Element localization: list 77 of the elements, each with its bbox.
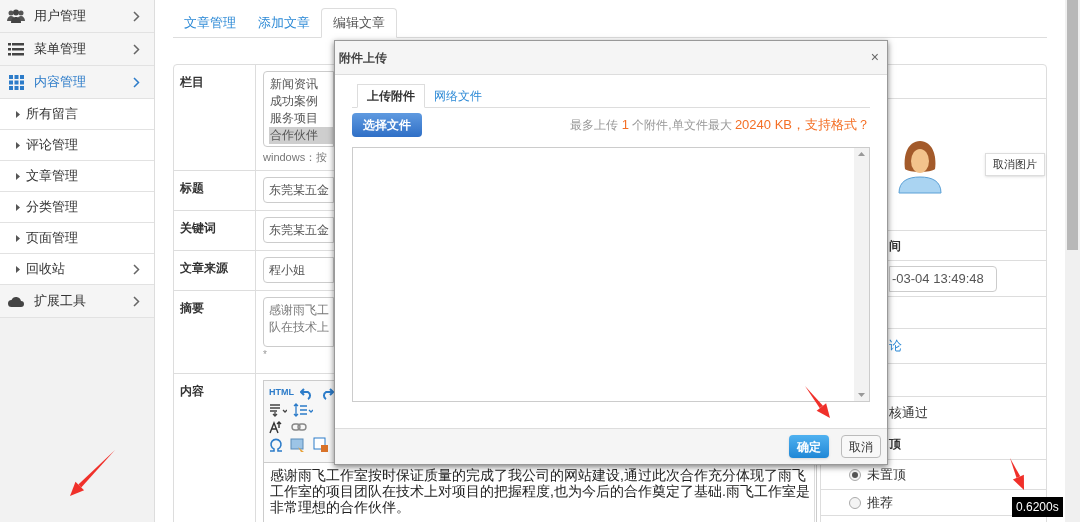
sidebar-subitem[interactable]: 评论管理 [0,130,154,161]
sidebar-subitem[interactable]: 文章管理 [0,161,154,192]
sidebar-subitem[interactable]: 所有留言 [0,99,154,130]
annotation-arrow [70,450,115,496]
field-label: 间 [889,237,901,255]
dialog-tab[interactable]: 网络文件 [425,84,491,108]
cancel-button[interactable]: 取消 [841,435,881,458]
cancel-image-button[interactable]: 取消图片 [985,153,1045,176]
scrollbar[interactable] [854,148,869,401]
omega-icon[interactable] [269,438,283,452]
list-option[interactable]: 服务项目 [269,110,333,127]
list-option[interactable]: 新闻资讯 [269,76,333,93]
radio-label: 未置顶 [867,465,906,484]
text-field[interactable]: 东莞某五金 [263,217,334,243]
scroll-up-icon[interactable] [858,152,865,156]
dialog-tab[interactable]: 上传附件 [357,84,425,108]
sidebar-subitem[interactable]: 分类管理 [0,192,154,223]
users-icon [7,9,25,23]
text-field[interactable]: 东莞某五金 [263,177,334,203]
sidebar-subitem[interactable]: 回收站 [0,254,154,285]
annotation-arrow [1010,458,1024,490]
line-height-icon[interactable] [293,403,313,417]
tab[interactable]: 添加文章 [247,8,321,38]
annotation-arrow [805,386,830,418]
link[interactable]: 论 [889,336,902,356]
radio-label: 推荐 [867,493,893,512]
list-box[interactable]: 新闻资讯 成功案例 服务项目 合作伙伴 [263,71,334,147]
chevron-right-icon [133,76,140,88]
image-icon[interactable] [290,437,306,453]
cloud-icon [7,295,25,307]
field-label: 标题 [180,181,204,195]
chevron-right-icon [133,43,140,55]
trace-time-badge: 0.6200s [1012,497,1063,517]
date-field[interactable]: -03-04 13:49:48 [889,265,997,292]
tab[interactable]: 文章管理 [173,8,247,38]
close-button[interactable]: × [866,47,883,68]
list-option[interactable]: 成功案例 [269,93,333,110]
dialog-title: 附件上传 [339,49,387,67]
list-option[interactable]: 合作伙伴 [269,127,333,144]
caret-right-icon [16,110,20,118]
caret-right-icon [16,234,20,242]
chevron-right-icon [133,10,140,22]
radio-button[interactable] [849,468,861,481]
scroll-down-icon[interactable] [858,393,865,397]
grid-icon [8,74,24,90]
choose-file-button[interactable]: 选择文件 [352,113,422,137]
chevron-right-icon [133,295,140,307]
field-label: 摘要 [180,301,204,315]
upload-limit-text: 最多上传 1 个附件,单文件最大 20240 KB，支持格式？ [570,116,870,135]
field-label: 关键词 [180,221,216,235]
option-label: 核通过 [889,403,928,422]
tab[interactable]: 编辑文章 [321,8,397,38]
field-label: 顶 [889,436,901,453]
undo-icon[interactable] [300,386,314,400]
field-label: 内容 [180,384,204,398]
text-field[interactable]: 程小姐 [263,257,334,283]
required-mark: * [263,348,267,362]
editor-text: 感谢雨飞工作室按时保证质量的完成了我公司的网站建设,通过此次合作充分体现了雨飞工作室的项目团队在技术上对项目的把握程度,也为今后的合作奠定了基础.雨飞工作室是非常理想的合作伙伴。 [269,466,811,515]
font-size-icon[interactable] [269,420,283,434]
hint-text: windows：按 [263,150,329,165]
summary-field[interactable]: 感谢雨飞工 队在技术上 [263,297,334,347]
document-icon[interactable] [313,437,329,453]
html-source-button[interactable]: HTML [269,386,294,400]
list-icon [8,42,24,56]
scrollbar[interactable] [1065,0,1080,522]
field-label: 文章来源 [180,261,228,275]
field-label: 栏目 [180,75,204,89]
radio-button[interactable] [849,496,861,509]
link-icon[interactable] [291,422,307,432]
caret-right-icon [16,265,20,273]
caret-right-icon [16,141,20,149]
caret-right-icon [16,172,20,180]
chevron-right-icon [133,263,140,275]
redo-icon[interactable] [320,386,334,400]
sidebar-subitem[interactable]: 页面管理 [0,223,154,254]
paragraph-spacing-icon[interactable] [269,403,287,417]
caret-right-icon [16,203,20,211]
